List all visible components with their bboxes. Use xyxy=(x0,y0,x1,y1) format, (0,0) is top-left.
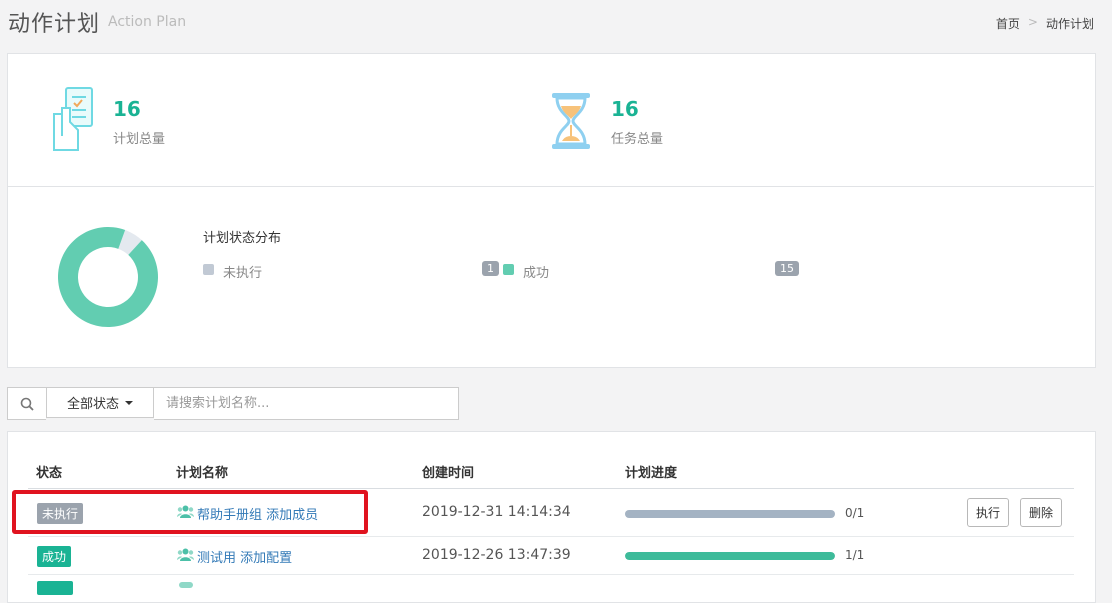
status-badge-partial xyxy=(37,581,73,595)
task-total-label: 任务总量 xyxy=(611,132,664,147)
plan-name-link[interactable]: 测试用 添加配置 xyxy=(177,547,292,566)
delete-button[interactable]: 删除 xyxy=(1020,498,1063,527)
caret-down-icon xyxy=(125,400,133,405)
checklist-icon xyxy=(52,86,96,158)
header-divider xyxy=(28,488,1074,489)
status-filter-label: 全部状态 xyxy=(66,397,119,412)
breadcrumb: 首页 > 动作计划 xyxy=(996,15,1094,32)
breadcrumb-home[interactable]: 首页 xyxy=(996,15,1020,32)
column-header-name[interactable]: 计划名称 xyxy=(176,462,228,481)
legend-swatch-success xyxy=(503,264,514,275)
plan-total-label: 计划总量 xyxy=(113,132,166,147)
legend-swatch-pending xyxy=(203,264,214,275)
donut-slice-1 xyxy=(58,227,158,327)
users-icon xyxy=(177,548,194,565)
legend-label-success: 成功 xyxy=(523,266,550,281)
plan-total-value: 16 xyxy=(113,97,141,121)
progress-text: 1/1 xyxy=(845,548,865,562)
status-filter-dropdown[interactable]: 全部状态 xyxy=(46,387,154,418)
progress-bar xyxy=(625,510,835,518)
created-time: 2019-12-26 13:47:39 xyxy=(422,547,571,563)
status-badge-success: 成功 xyxy=(37,546,72,567)
count-badge-success: 15 xyxy=(775,261,799,276)
hourglass-icon xyxy=(551,92,591,154)
row-divider xyxy=(28,574,1074,575)
row-divider xyxy=(28,536,1074,537)
users-icon xyxy=(179,582,193,588)
column-header-status[interactable]: 状态 xyxy=(36,462,62,481)
search-input[interactable] xyxy=(154,387,459,420)
stats-divider xyxy=(7,186,1094,187)
task-total-value: 16 xyxy=(611,97,639,121)
page-title: 动作计划 xyxy=(8,12,101,37)
column-header-progress[interactable]: 计划进度 xyxy=(625,462,677,481)
legend-label-pending: 未执行 xyxy=(223,266,263,281)
page-subtitle: Action Plan xyxy=(108,14,187,30)
progress-text: 0/1 xyxy=(845,506,865,520)
distribution-title: 计划状态分布 xyxy=(203,231,282,246)
breadcrumb-separator: > xyxy=(1027,15,1038,29)
status-donut-chart xyxy=(56,225,160,333)
search-icon xyxy=(7,387,46,420)
breadcrumb-current: 动作计划 xyxy=(1045,17,1094,31)
progress-fill xyxy=(625,552,835,560)
count-badge-pending: 1 xyxy=(482,261,499,276)
created-time: 2019-12-31 14:14:34 xyxy=(422,504,571,520)
plan-name-text: 测试用 添加配置 xyxy=(197,551,293,566)
filter-bar: 全部状态 xyxy=(7,387,459,420)
execute-button[interactable]: 执行 xyxy=(967,498,1010,527)
progress-bar xyxy=(625,552,835,560)
highlight-box xyxy=(12,490,368,534)
column-header-created[interactable]: 创建时间 xyxy=(422,462,474,481)
